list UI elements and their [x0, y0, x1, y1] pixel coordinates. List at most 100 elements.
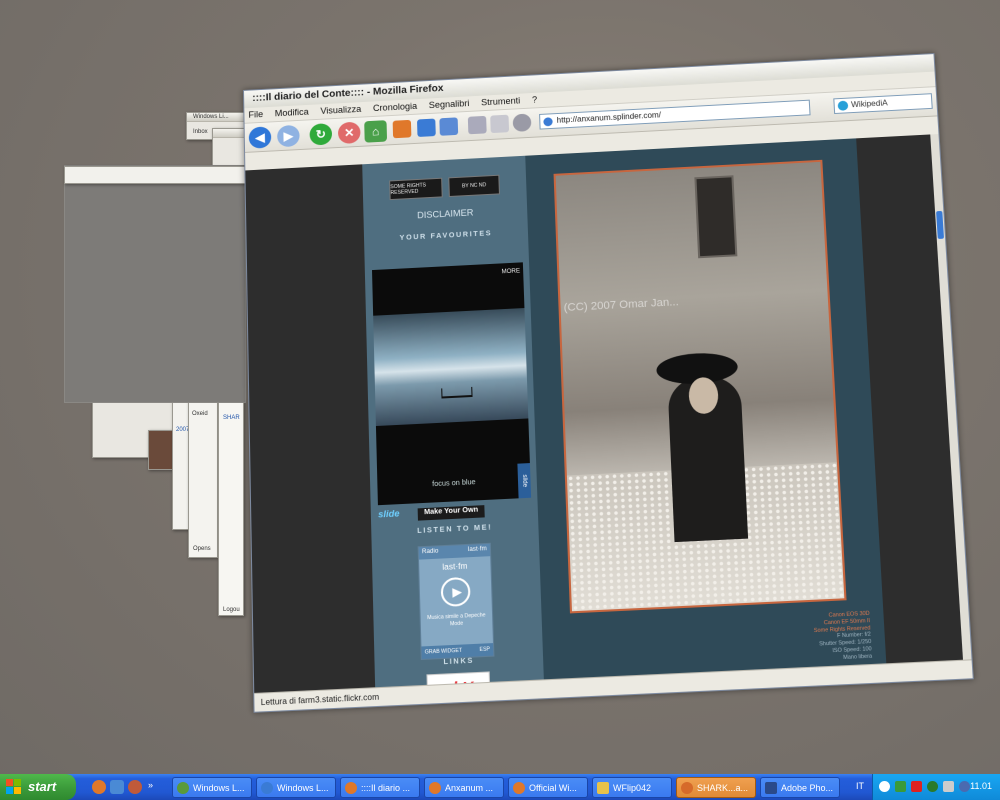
- tool-icon[interactable]: [468, 116, 487, 134]
- blog-sidebar: SOME RIGHTS RESERVED BY NC ND DISCLAIMER…: [362, 156, 544, 688]
- firefox-window[interactable]: ::::Il diario del Conte:::: - Mozilla Fi…: [243, 53, 974, 713]
- ati-icon[interactable]: [911, 781, 922, 792]
- inbox-label: Inbox: [193, 129, 208, 135]
- lastfm-message: Musica simile a Depeche Mode: [424, 612, 490, 629]
- taskbar-item-official-wi[interactable]: Official Wi...: [508, 777, 588, 798]
- menu-help[interactable]: ?: [532, 95, 537, 105]
- more-quicklaunch-icon[interactable]: »: [148, 780, 158, 794]
- shark-icon: [681, 782, 693, 794]
- play-icon[interactable]: ▶: [441, 577, 471, 607]
- photoshop-icon: [765, 782, 777, 794]
- background-window-7[interactable]: SHAR Logou: [218, 400, 244, 616]
- bookmark-add-icon[interactable]: [417, 119, 436, 137]
- taskbar-item-adobe-photoshop[interactable]: Adobe Pho...: [760, 777, 840, 798]
- firefox-quicklaunch-icon[interactable]: [92, 780, 106, 794]
- stop-icon[interactable]: ✕: [338, 122, 361, 145]
- taskbar-item-wflip042[interactable]: WFlip042: [592, 777, 672, 798]
- lastfm-radio-label: Radio: [422, 548, 439, 557]
- menu-strumenti[interactable]: Strumenti: [481, 96, 520, 108]
- forward-arrow-icon[interactable]: ▶: [277, 125, 300, 148]
- lastfm-logo: last·fm: [419, 560, 490, 573]
- search-engine-icon[interactable]: [838, 101, 849, 111]
- tray-expand-icon[interactable]: [879, 781, 890, 792]
- menu-file[interactable]: File: [248, 109, 263, 119]
- background-window-gray[interactable]: [64, 165, 246, 403]
- slide-logo[interactable]: slide: [378, 508, 415, 524]
- taskbar-item-windows-live-2[interactable]: Windows L...: [256, 777, 336, 798]
- task-label: ::::Il diario ...: [361, 783, 410, 793]
- background-window-6[interactable]: Oxeid Opens: [188, 400, 218, 558]
- cc-badge-by-nc-nd[interactable]: BY NC ND: [448, 175, 500, 197]
- task-label: SHARK...a...: [697, 783, 748, 793]
- home-icon[interactable]: ⌂: [364, 120, 387, 143]
- system-tray: 11.01: [872, 774, 1000, 800]
- photo-building-window: [694, 175, 737, 258]
- menu-cronologia[interactable]: Cronologia: [373, 101, 417, 113]
- volume-icon[interactable]: [943, 781, 954, 792]
- print-icon[interactable]: [393, 120, 412, 138]
- language-indicator[interactable]: IT: [856, 781, 864, 791]
- outlook-quicklaunch-icon[interactable]: [110, 780, 124, 794]
- update-icon[interactable]: [959, 781, 970, 792]
- search-value: WikipediA: [851, 98, 888, 109]
- lastfm-get-widget[interactable]: GRAB WIDGET: [425, 648, 463, 656]
- search-input[interactable]: WikipediA: [833, 93, 932, 114]
- task-label: Windows L...: [277, 783, 329, 793]
- taskbar-item-anxanum[interactable]: Anxanum ...: [424, 777, 504, 798]
- taskbar-item-windows-live-1[interactable]: Windows L...: [172, 777, 252, 798]
- explorer-quicklaunch-icon[interactable]: [128, 780, 142, 794]
- task-label: Anxanum ...: [445, 783, 493, 793]
- taskbar: start » Windows L... Windows L... ::::Il…: [0, 774, 1000, 800]
- disclaimer-link[interactable]: DISCLAIMER: [363, 205, 527, 223]
- back-arrow-icon[interactable]: ◀: [249, 126, 272, 149]
- page-icon[interactable]: [490, 115, 509, 133]
- page-viewport: SOME RIGHTS RESERVED BY NC ND DISCLAIMER…: [245, 134, 973, 693]
- address-url: http://anxanum.splinder.com/: [556, 110, 661, 124]
- security-icon[interactable]: [927, 781, 938, 792]
- open-label: Opens: [193, 546, 211, 552]
- scrollbar-thumb[interactable]: [936, 211, 944, 239]
- reload-icon[interactable]: ↻: [309, 123, 332, 146]
- widget-side-tab[interactable]: slide: [517, 463, 531, 498]
- start-button[interactable]: start: [0, 774, 76, 800]
- firefox-icon: [345, 782, 357, 794]
- background-window-title: Windows Li...: [193, 114, 229, 120]
- messenger-icon: [177, 782, 189, 794]
- clock[interactable]: 11.01: [970, 781, 992, 791]
- send-link-icon[interactable]: [439, 117, 458, 135]
- widget-photo[interactable]: [373, 308, 528, 426]
- firefox-icon: [513, 782, 525, 794]
- start-label: start: [28, 779, 56, 794]
- blog-photo[interactable]: (CC) 2007 Omar Jan...: [554, 160, 847, 614]
- task-label: Adobe Pho...: [781, 783, 833, 793]
- lastfm-widget[interactable]: Radio last·fm last·fm ▶ Musica simile a …: [418, 543, 495, 660]
- gear-icon[interactable]: [513, 113, 532, 131]
- network-icon[interactable]: [895, 781, 906, 792]
- favourites-heading: YOUR FAVOURITES: [364, 228, 528, 243]
- background-window-8[interactable]: [64, 166, 246, 184]
- widget-more-link[interactable]: MORE: [501, 268, 520, 275]
- cc-badge-some-rights[interactable]: SOME RIGHTS RESERVED: [389, 178, 443, 200]
- slide-widget[interactable]: MORE focus on blue slide: [372, 262, 531, 505]
- mail-icon: [261, 782, 273, 794]
- firefox-icon: [429, 782, 441, 794]
- task-label: WFlip042: [613, 783, 651, 793]
- taskbar-item-il-diario[interactable]: ::::Il diario ...: [340, 777, 420, 798]
- shark-label: SHAR: [223, 415, 240, 421]
- task-label: Official Wi...: [529, 783, 577, 793]
- menu-segnalibri[interactable]: Segnalibri: [429, 98, 470, 110]
- taskbar-item-shark[interactable]: SHARK...a...: [676, 777, 756, 798]
- photo-watermark: (CC) 2007 Omar Jan...: [564, 296, 679, 314]
- widget-caption: focus on blue: [377, 476, 530, 491]
- make-your-own-button[interactable]: Make Your Own: [418, 505, 485, 521]
- lastfm-tag[interactable]: ESP: [479, 646, 490, 653]
- windows-flag-icon: [6, 779, 22, 795]
- task-label: Windows L...: [193, 783, 245, 793]
- blog-content: (CC) 2007 Omar Jan... Canon EOS 30D Cano…: [525, 138, 886, 679]
- menu-visualizza[interactable]: Visualizza: [320, 104, 361, 116]
- sidebar-label: Oxeid: [192, 411, 208, 417]
- logout-label: Logou: [223, 607, 240, 613]
- listen-heading: LISTEN TO ME!: [371, 522, 538, 537]
- site-favicon-icon: [543, 117, 552, 126]
- menu-modifica[interactable]: Modifica: [275, 107, 309, 118]
